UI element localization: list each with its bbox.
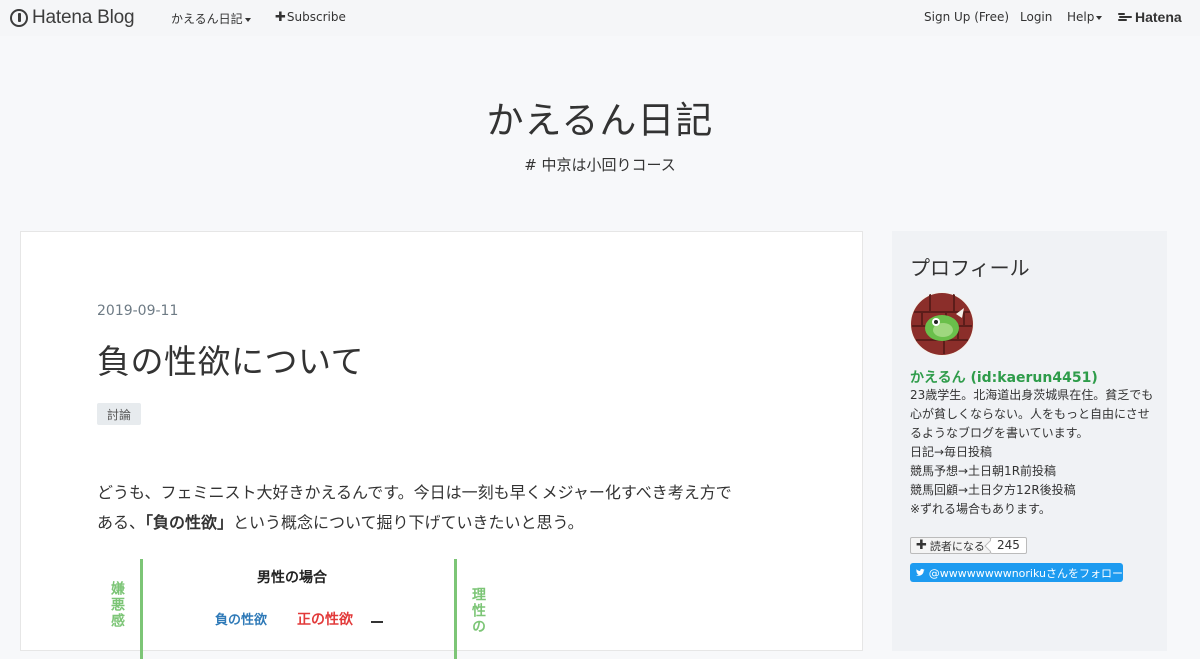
entry-body: どうも、フェミニスト大好きかえるんです。今日は一刻も早くメジャー化すべき考え方で…: [97, 478, 797, 538]
twitter-follow-label: @wwwwwwwwnorikuさんをフォロー: [928, 566, 1123, 580]
caret-down-icon: [1096, 15, 1103, 20]
article-card: 2019-09-11 負の性欲について 討論 どうも、フェミニスト大好きかえるん…: [20, 231, 863, 659]
avatar[interactable]: [910, 292, 974, 356]
signup-link[interactable]: Sign Up (Free): [924, 10, 1009, 24]
twitter-follow-button[interactable]: @wwwwwwwwnorikuさんをフォロー: [910, 563, 1123, 582]
body-line: どうも、フェミニスト大好きかえるんです。今日は一刻も早くメジャー化すべき考え方で: [97, 483, 732, 502]
blog-menu[interactable]: かえるん日記: [171, 10, 251, 27]
hatena-blog-logo-icon: [10, 9, 28, 27]
bio-line: 日記→毎日投稿: [910, 445, 993, 459]
bio-line: ※ずれる場合もあります。: [910, 502, 1051, 516]
profile-user-name[interactable]: かえるん (id:kaerun4451): [910, 367, 1098, 387]
subscribe-button[interactable]: ✚Subscribe: [275, 10, 346, 25]
reader-button-label: 読者になる: [929, 539, 985, 553]
body-text: という概念について掘り下げていきたいと思う。: [233, 513, 584, 532]
reader-count-badge: 245: [990, 537, 1027, 554]
blog-description: # 中京は小回りコース: [524, 156, 676, 174]
diagram-left-label: 嫌悪感: [109, 581, 125, 629]
diagram-arrow: [371, 621, 383, 633]
avatar-frog-icon: [910, 292, 974, 356]
bio-line: 23歳学生。北海道出身茨城県在住。貧乏でも: [910, 388, 1154, 402]
login-link[interactable]: Login: [1020, 10, 1052, 24]
body-line: ある、「負の性欲」という概念について掘り下げていきたいと思う。: [97, 508, 797, 538]
blog-menu-label: かえるん日記: [171, 12, 243, 26]
category-tag[interactable]: 討論: [97, 403, 142, 425]
article-diagram-image: 嫌悪感 理性の 男性の場合 負の性欲 正の性欲: [97, 559, 517, 659]
bio-line: 競馬回顧→土日夕方12R後投稿: [910, 483, 1076, 497]
body-text: ある、: [97, 513, 146, 532]
diagram-title: 男性の場合: [257, 570, 327, 586]
help-label: Help: [1067, 10, 1095, 24]
diagram-negative-label: 負の性欲: [215, 613, 268, 628]
plus-icon: ✚: [275, 10, 286, 25]
global-header: Hatena Blog かえるん日記 ✚Subscribe Sign Up (F…: [0, 0, 1200, 36]
help-menu[interactable]: Help: [1067, 10, 1103, 24]
bio-line: 競馬予想→土日朝1R前投稿: [910, 464, 1057, 478]
hatena-brand-text: Hatena: [1135, 9, 1182, 25]
entry-title[interactable]: 負の性欲について: [97, 335, 364, 383]
plus-icon: ✚: [916, 538, 927, 553]
profile-bio: 23歳学生。北海道出身茨城県在住。貧乏でも 心が貧しくならない。人をもっと自由に…: [910, 386, 1160, 519]
body-strong-text: 「負の性欲」: [145, 513, 234, 532]
bio-line: るようなブログを書いています。: [910, 426, 1089, 440]
diagram-divider: [140, 559, 143, 659]
blog-title[interactable]: かえるん日記: [0, 90, 1200, 144]
twitter-bird-icon: [916, 568, 925, 576]
caret-down-icon: [244, 17, 251, 22]
subscribe-reader-button[interactable]: ✚ 読者になる: [910, 537, 991, 554]
profile-heading: プロフィール: [910, 256, 1030, 280]
entry-date[interactable]: 2019-09-11: [97, 303, 178, 319]
sidebar-profile: プロフィール かえるん (id:kaerun4451) 23歳学生。北海道出身茨…: [892, 231, 1167, 651]
bio-line: 心が貧しくならない。人をもっと自由にさせ: [910, 407, 1150, 421]
hatena-brand-link[interactable]: Hatena: [1118, 9, 1182, 25]
hatena-blog-logo[interactable]: Hatena Blog: [10, 7, 135, 29]
subscribe-label: Subscribe: [286, 10, 346, 24]
diagram-right-label: 理性の: [470, 587, 486, 635]
diagram-positive-label: 正の性欲: [297, 612, 353, 628]
hatena-brand-icon: [1118, 12, 1132, 22]
logo-text: Hatena Blog: [32, 7, 135, 28]
diagram-divider: [454, 559, 457, 659]
